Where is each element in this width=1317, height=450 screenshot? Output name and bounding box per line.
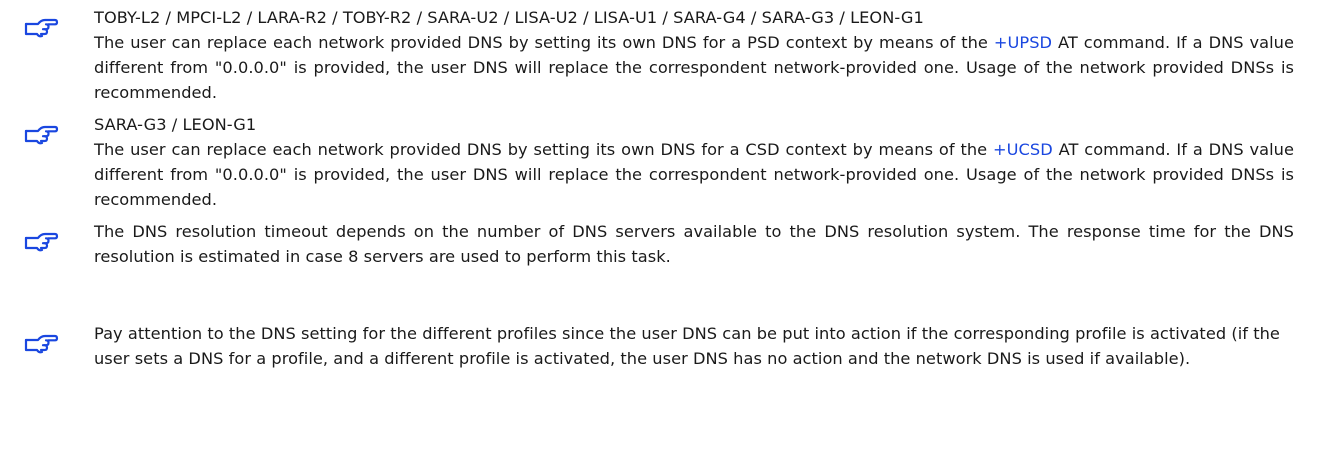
note-text: The user can replace each network provid… bbox=[94, 33, 1294, 102]
upsd-link[interactable]: +UPSD bbox=[994, 33, 1052, 52]
pointing-hand-icon bbox=[24, 330, 60, 354]
note-applies-to: TOBY-L2 / MPCI-L2 / LARA-R2 / TOBY-R2 / … bbox=[94, 8, 924, 27]
note-text: The user can replace each network provid… bbox=[94, 140, 1294, 209]
note-text: Pay attention to the DNS setting for the… bbox=[94, 324, 1280, 368]
pointing-hand-icon bbox=[24, 121, 60, 145]
note-applies-to: SARA-G3 / LEON-G1 bbox=[94, 115, 257, 134]
ucsd-link[interactable]: +UCSD bbox=[993, 140, 1053, 159]
note-text: The DNS resolution timeout depends on th… bbox=[94, 222, 1294, 266]
pointing-hand-icon bbox=[24, 228, 60, 252]
pointing-hand-icon bbox=[24, 14, 60, 38]
